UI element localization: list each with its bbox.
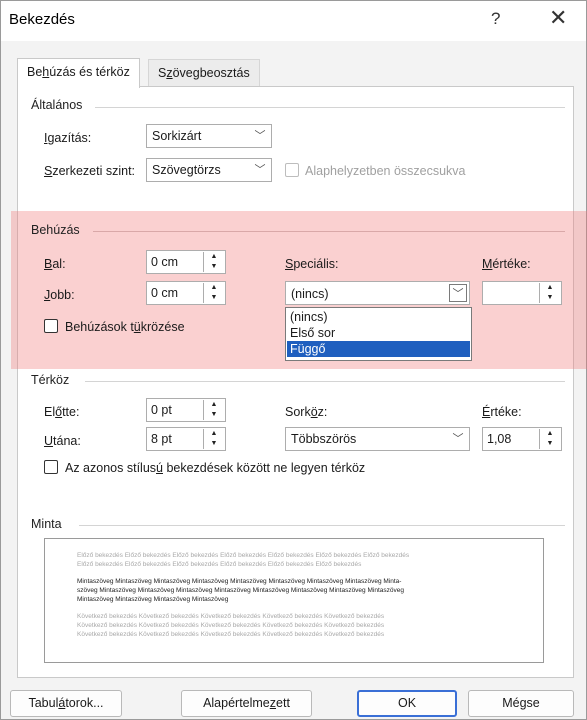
mirror-indents-label: Behúzások tükrözése [65,320,185,334]
spin-down-icon[interactable]: ▼ [206,262,222,271]
cancel-button[interactable]: Mégse [468,690,574,717]
spin-up-icon[interactable]: ▲ [542,283,558,292]
preview-next-line: Következő bekezdés Következő bekezdés Kö… [77,613,385,620]
line-spacing-select[interactable]: Többszörös ﹀ [285,427,470,451]
line-spacing-at-label: Értéke: [482,405,522,419]
indent-left-input[interactable]: 0 cm ▲ ▼ [146,250,226,274]
spin-up-icon[interactable]: ▲ [206,283,222,292]
spacing-after-label: Utána: [44,434,81,448]
preview-sample-line: szöveg Mintaszöveg Mintaszöveg Mintaszöv… [77,587,404,594]
preview-box: Előző bekezdés Előző bekezdés Előző beke… [44,538,544,663]
special-label: Speciális: [285,257,339,271]
collapsed-checkbox[interactable] [285,163,299,177]
no-space-same-style-checkbox[interactable] [44,460,58,474]
dropdown-option-first-line[interactable]: Első sor [287,325,470,341]
spin-down-icon[interactable]: ▼ [542,439,558,448]
set-as-default-button[interactable]: Alapértelmezett [181,690,312,717]
spin-down-icon[interactable]: ▼ [206,410,222,419]
divider [93,231,565,232]
divider [79,525,565,526]
indent-right-input[interactable]: 0 cm ▲ ▼ [146,281,226,305]
mirror-indents-checkbox[interactable] [44,319,58,333]
outline-level-select[interactable]: Szövegtörzs ﹀ [146,158,272,182]
close-icon[interactable]: ✕ [549,5,567,31]
chevron-down-icon: ﹀ [452,433,464,445]
spin-up-icon[interactable]: ▲ [206,429,222,438]
chevron-down-icon: ﹀ [449,284,467,302]
special-select[interactable]: (nincs) ﹀ [285,281,470,305]
divider [95,107,565,108]
spacing-before-label: Előtte: [44,405,80,419]
dropdown-option-none[interactable]: (nincs) [287,309,470,325]
by-label: Mértéke: [482,257,531,271]
no-space-same-style-label: Az azonos stílusú bekezdések között ne l… [65,461,366,475]
outline-level-label: Szerkezeti szint: [44,164,136,178]
section-preview: Minta [31,517,62,531]
chevron-down-icon: ﹀ [254,164,266,176]
paragraph-dialog: Bekezdés ? ✕ Behúzás és térköz Szövegbeo… [0,0,587,720]
collapsed-label: Alaphelyzetben összecsukva [305,164,466,178]
preview-next-line: Következő bekezdés Következő bekezdés Kö… [77,622,385,629]
section-spacing: Térköz [31,373,70,387]
indent-right-label: Jobb: [44,288,75,302]
spacing-after-input[interactable]: 8 pt ▲ ▼ [146,427,226,451]
spacing-before-input[interactable]: 0 pt ▲ ▼ [146,398,226,422]
preview-next-line: Következő bekezdés Következő bekezdés Kö… [77,631,385,638]
by-input[interactable]: ▲ ▼ [482,281,562,305]
preview-sample-line: Mintaszöveg Mintaszöveg Mintaszöveg Mint… [77,578,402,585]
spin-down-icon[interactable]: ▼ [206,293,222,302]
title-bar: Bekezdés ? ✕ [1,1,586,41]
section-indentation: Behúzás [31,223,80,237]
alignment-select[interactable]: Sorkizárt ﹀ [146,124,272,148]
indent-left-label: Bal: [44,257,66,271]
dialog-title: Bekezdés [9,11,75,28]
line-spacing-label: Sorköz: [285,405,328,419]
divider [85,381,565,382]
preview-prev-line: Előző bekezdés Előző bekezdés Előző beke… [77,552,410,559]
alignment-label: Igazítás: [44,131,92,145]
special-dropdown-list: (nincs) Első sor Függő [285,307,472,361]
spin-up-icon[interactable]: ▲ [542,429,558,438]
spin-up-icon[interactable]: ▲ [206,400,222,409]
ok-button[interactable]: OK [357,690,457,717]
preview-prev-line: Előző bekezdés Előző bekezdés Előző beke… [77,561,362,568]
help-icon[interactable]: ? [491,9,500,29]
section-general: Általános [31,98,83,112]
preview-sample-line: Mintaszöveg Mintaszöveg Mintaszöveg Mint… [77,596,229,603]
tab-line-page-breaks[interactable]: Szövegbeosztás [148,59,260,87]
line-spacing-at-input[interactable]: 1,08 ▲ ▼ [482,427,562,451]
chevron-down-icon: ﹀ [254,130,266,142]
tab-indents-spacing[interactable]: Behúzás és térköz [17,58,140,88]
spin-down-icon[interactable]: ▼ [206,439,222,448]
spin-up-icon[interactable]: ▲ [206,252,222,261]
spin-down-icon[interactable]: ▼ [542,293,558,302]
dropdown-option-hanging[interactable]: Függő [287,341,470,357]
tabs-button[interactable]: Tabulátorok... [10,690,122,717]
